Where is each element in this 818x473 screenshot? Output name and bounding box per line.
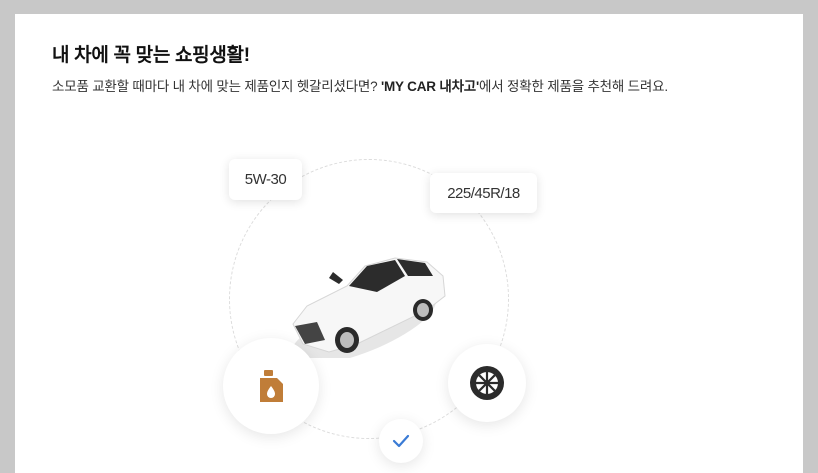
check-icon — [392, 434, 410, 448]
oil-spec-label: 5W-30 — [244, 171, 287, 188]
oil-can-icon — [260, 370, 283, 402]
oil-spec-tag: 5W-30 — [229, 159, 302, 200]
oil-circle — [223, 338, 319, 434]
promo-card: 내 차에 꼭 맞는 쇼핑생활! 소모품 교환할 때마다 내 차에 맞는 제품인지… — [15, 14, 803, 473]
tire-spec-label: 225/45R/18 — [447, 184, 520, 202]
check-circle — [379, 419, 423, 463]
tire-circle — [448, 344, 526, 422]
illustration: 5W-30 225/45R/18 — [15, 14, 803, 473]
car-illustration — [290, 257, 446, 358]
tire-icon — [470, 366, 504, 400]
tire-spec-tag: 225/45R/18 — [430, 173, 537, 213]
